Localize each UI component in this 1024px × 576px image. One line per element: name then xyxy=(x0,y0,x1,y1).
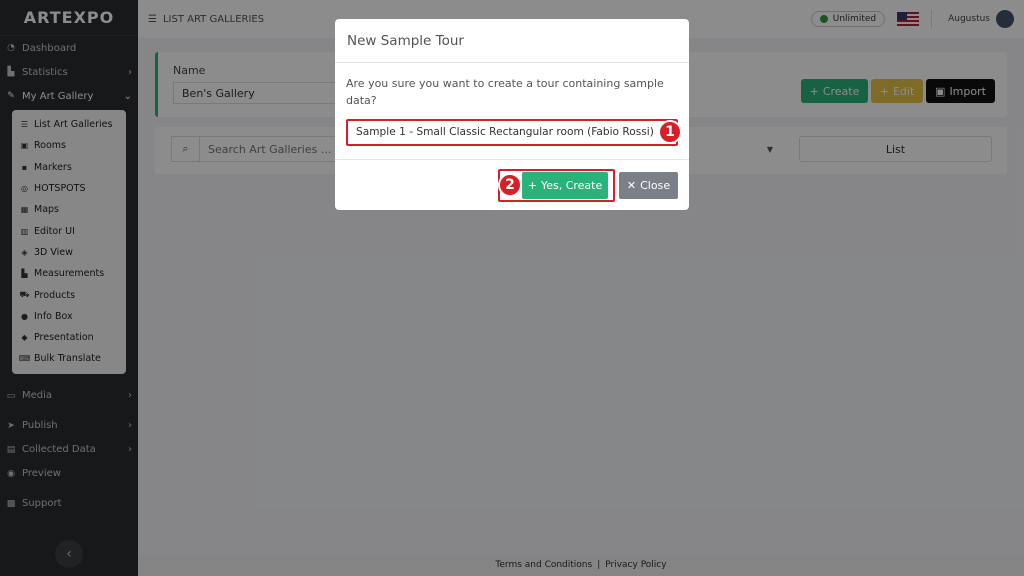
plus-icon: + xyxy=(527,179,537,192)
new-sample-tour-modal: New Sample Tour Are you sure you want to… xyxy=(335,19,689,210)
modal-message: Are you sure you want to create a tour c… xyxy=(346,77,664,107)
step-badge-1: 1 xyxy=(658,120,682,144)
step-badge-2: 2 xyxy=(498,173,522,197)
sample-select-value: Sample 1 - Small Classic Rectangular roo… xyxy=(356,126,654,138)
close-icon: ✕ xyxy=(626,179,637,192)
yes-create-label: Yes, Create xyxy=(540,179,603,192)
close-label: Close xyxy=(640,179,671,192)
modal-footer: 2 + Yes, Create ✕ Close xyxy=(335,159,689,210)
yes-create-button[interactable]: + Yes, Create xyxy=(522,172,608,199)
modal-title: New Sample Tour xyxy=(335,19,689,63)
close-button[interactable]: ✕ Close xyxy=(619,172,678,199)
sample-select[interactable]: Sample 1 - Small Classic Rectangular roo… xyxy=(346,119,682,146)
